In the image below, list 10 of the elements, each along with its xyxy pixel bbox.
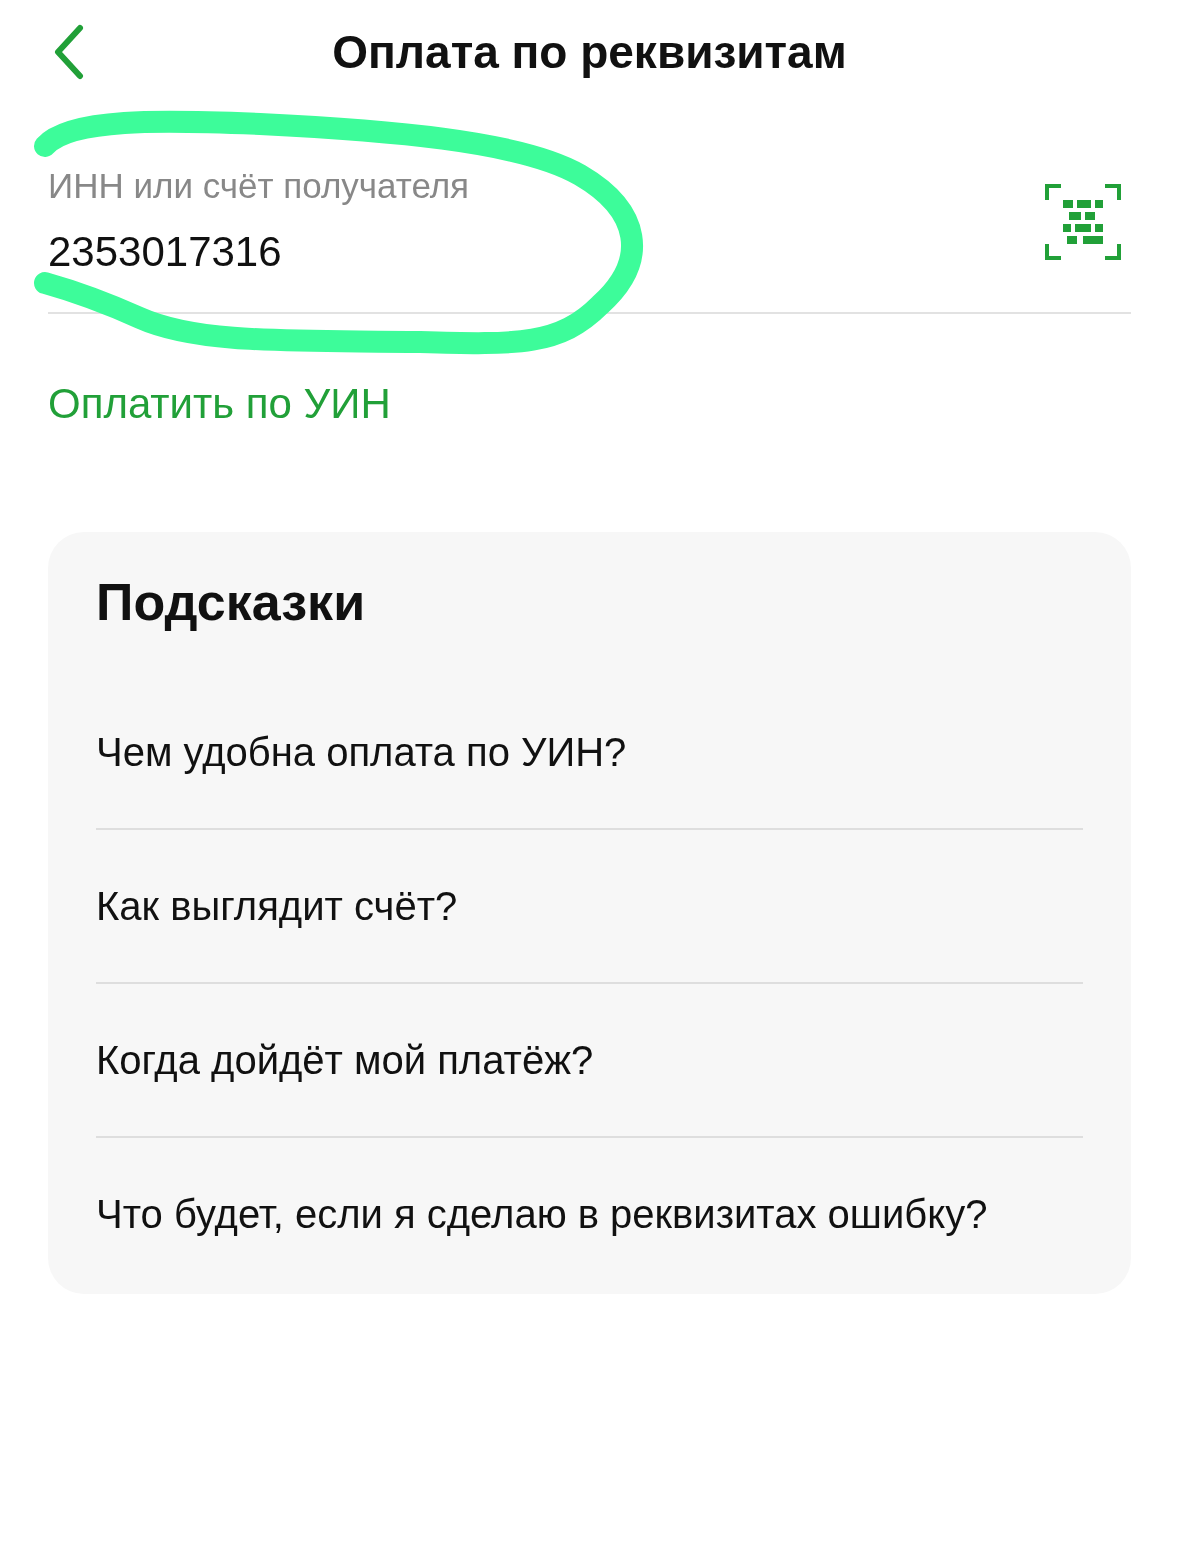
hint-item[interactable]: Когда дойдёт мой платёж? [96, 984, 1083, 1138]
input-field[interactable]: 2353017316 [48, 228, 648, 276]
recipient-field[interactable]: ИНН или счёт получателя 2353017316 [48, 166, 1131, 314]
hint-item[interactable]: Как выглядит счёт? [96, 830, 1083, 984]
hints-title: Подсказки [96, 572, 367, 632]
field-label: ИНН или счёт получателя [48, 166, 471, 206]
screen-title: Оплата по реквизитам [332, 26, 847, 78]
hint-item[interactable]: Что будет, если я сделаю в реквизитах ошибку? [96, 1138, 1083, 1244]
qr-scan-icon[interactable] [1045, 184, 1121, 260]
hint-item[interactable]: Чем удобна оплата по УИН? [96, 676, 1083, 830]
